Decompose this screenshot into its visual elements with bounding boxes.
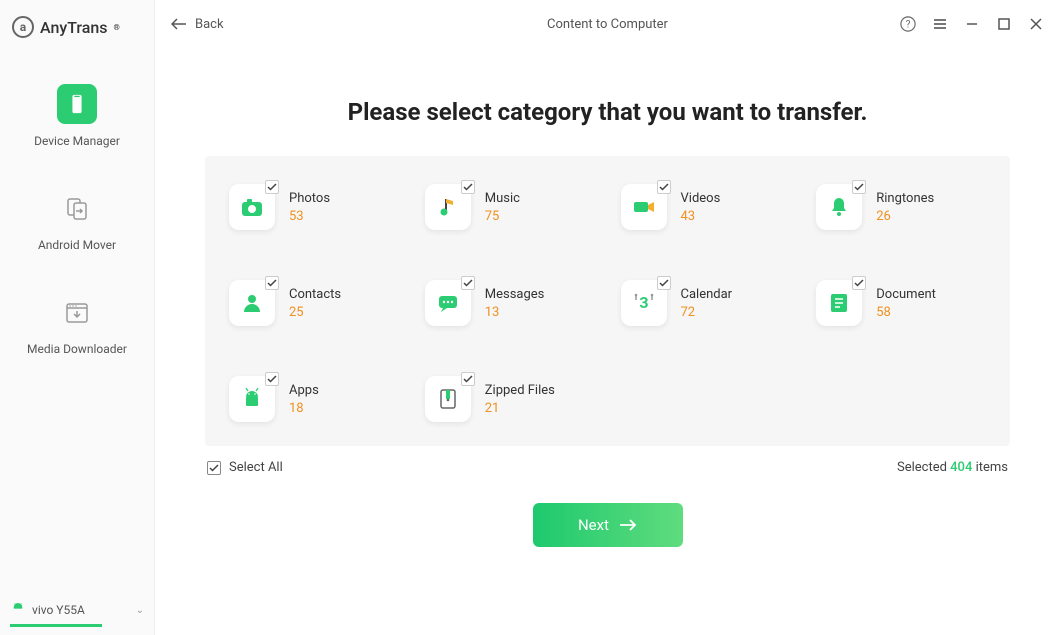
next-label: Next — [578, 516, 609, 534]
category-label: Contacts — [289, 287, 341, 302]
chevron-down-icon: ⌄ — [136, 605, 144, 616]
check-icon — [265, 276, 279, 290]
window-controls: ? — [900, 15, 1044, 33]
category-document[interactable]: Document 58 — [806, 280, 996, 326]
category-label: Messages — [485, 287, 545, 302]
back-button[interactable]: Back — [171, 17, 224, 32]
messages-icon — [425, 280, 471, 326]
arrow-right-icon — [619, 519, 637, 531]
category-label: Videos — [681, 191, 721, 206]
check-icon — [657, 180, 671, 194]
zipped-files-icon — [425, 376, 471, 422]
android-mover-icon — [57, 188, 97, 228]
category-label: Document — [876, 287, 936, 302]
category-count: 18 — [289, 401, 319, 416]
check-icon — [461, 180, 475, 194]
calendar-icon: 3 — [621, 280, 667, 326]
sidebar-item-label: Device Manager — [34, 134, 120, 148]
sidebar-nav: Device Manager Android Mover Media Downl… — [0, 54, 154, 356]
category-label: Music — [485, 191, 520, 206]
media-downloader-icon — [57, 292, 97, 332]
category-count: 53 — [289, 209, 330, 224]
videos-icon — [621, 184, 667, 230]
category-count: 25 — [289, 305, 341, 320]
check-icon — [657, 276, 671, 290]
svg-text:?: ? — [906, 20, 911, 31]
select-row: Select All Selected 404 items — [207, 460, 1008, 475]
category-label: Calendar — [681, 287, 733, 302]
brand-logo-icon: a — [12, 16, 34, 38]
sidebar-item-label: Media Downloader — [27, 342, 127, 356]
selected-count: 404 — [950, 460, 972, 475]
photos-icon — [229, 184, 275, 230]
category-photos[interactable]: Photos 53 — [219, 184, 409, 230]
check-icon — [461, 372, 475, 386]
category-label: Photos — [289, 191, 330, 206]
category-count: 26 — [876, 209, 934, 224]
device-manager-icon — [57, 84, 97, 124]
category-label: Apps — [289, 383, 319, 398]
device-selector[interactable]: vivo Y55A ⌄ — [0, 594, 154, 624]
sidebar-item-media-downloader[interactable]: Media Downloader — [0, 292, 154, 356]
category-apps[interactable]: Apps 18 — [219, 376, 409, 422]
select-all-checkbox[interactable]: Select All — [207, 460, 283, 475]
minimize-button[interactable] — [964, 18, 980, 30]
category-messages[interactable]: Messages 13 — [415, 280, 605, 326]
sidebar-item-label: Android Mover — [38, 238, 116, 252]
page-title: Content to Computer — [547, 17, 668, 32]
device-storage-bar — [10, 624, 102, 627]
device-name: vivo Y55A — [32, 603, 85, 617]
category-ringtones[interactable]: Ringtones 26 — [806, 184, 996, 230]
maximize-button[interactable] — [996, 18, 1012, 30]
select-all-label: Select All — [229, 460, 283, 475]
category-count: 13 — [485, 305, 545, 320]
category-calendar[interactable]: 3 Calendar 72 — [611, 280, 801, 326]
close-button[interactable] — [1028, 18, 1044, 30]
category-count: 58 — [876, 305, 936, 320]
brand: a AnyTrans ® — [0, 0, 154, 54]
back-label: Back — [195, 17, 224, 32]
sidebar: a AnyTrans ® Device Manager Android Move… — [0, 0, 155, 635]
svg-text:3: 3 — [639, 293, 648, 312]
sidebar-item-device-manager[interactable]: Device Manager — [0, 84, 154, 148]
arrow-left-icon — [171, 18, 187, 30]
apps-icon — [229, 376, 275, 422]
check-icon — [852, 180, 866, 194]
brand-reg: ® — [114, 23, 120, 32]
brand-name: AnyTrans — [40, 18, 108, 37]
android-icon — [10, 602, 26, 618]
heading: Please select category that you want to … — [155, 98, 1060, 126]
category-zipped-files[interactable]: Zipped Files 21 — [415, 376, 605, 422]
category-music[interactable]: Music 75 — [415, 184, 605, 230]
check-icon — [207, 461, 221, 475]
category-videos[interactable]: Videos 43 — [611, 184, 801, 230]
check-icon — [265, 180, 279, 194]
category-count: 21 — [485, 401, 555, 416]
menu-button[interactable] — [932, 17, 948, 31]
main: Back Content to Computer ? Please select… — [155, 0, 1060, 635]
category-count: 75 — [485, 209, 520, 224]
topbar: Back Content to Computer ? — [155, 0, 1060, 48]
ringtones-icon — [816, 184, 862, 230]
check-icon — [461, 276, 475, 290]
help-button[interactable]: ? — [900, 15, 916, 33]
category-label: Ringtones — [876, 191, 934, 206]
category-label: Zipped Files — [485, 383, 555, 398]
check-icon — [852, 276, 866, 290]
category-grid-container: Photos 53 Music 75 Videos 43 — [205, 156, 1010, 446]
document-icon — [816, 280, 862, 326]
contacts-icon — [229, 280, 275, 326]
category-count: 72 — [681, 305, 733, 320]
check-icon — [265, 372, 279, 386]
sidebar-item-android-mover[interactable]: Android Mover — [0, 188, 154, 252]
category-count: 43 — [681, 209, 721, 224]
category-contacts[interactable]: Contacts 25 — [219, 280, 409, 326]
category-grid: Photos 53 Music 75 Videos 43 — [219, 184, 996, 422]
selection-summary: Selected 404 items — [897, 460, 1008, 475]
next-button[interactable]: Next — [533, 503, 683, 547]
music-icon — [425, 184, 471, 230]
